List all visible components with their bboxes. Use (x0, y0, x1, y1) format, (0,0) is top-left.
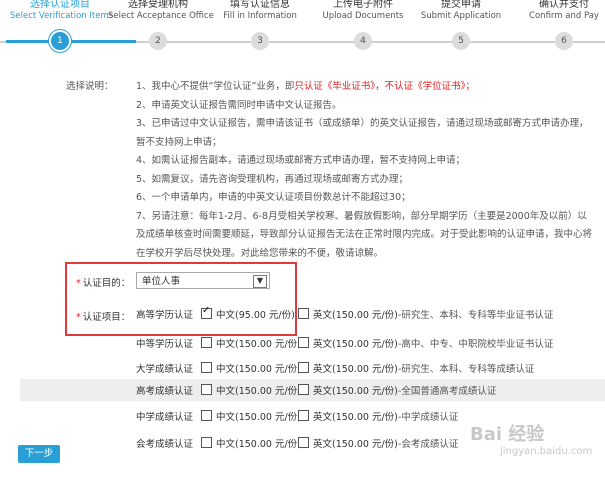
step-number: 3 (251, 32, 269, 50)
checkbox-en[interactable] (298, 308, 309, 319)
step-title-en: Select Acceptance Office (108, 11, 214, 21)
checkbox-en[interactable] (298, 410, 309, 421)
checkbox-cn[interactable] (201, 384, 212, 395)
item-description: -研究生、本科、专科等毕业证书认证 (398, 310, 554, 321)
checkbox-cn[interactable] (201, 437, 212, 448)
item-name: 高考成绩认证 (136, 386, 194, 397)
required-star: * (76, 278, 81, 289)
notes-list: 1、我中心不提供“学位认证”业务，即只认证《毕业证书》，不认证《学位证书》； 2… (136, 78, 596, 263)
item-description: -中学成绩认证 (398, 412, 459, 423)
option-en[interactable]: 英文(150.00 元/份) (298, 436, 398, 450)
table-row: 大学成绩认证 中文(150.00 元/份) 英文(150.00 元/份) -研究… (0, 357, 605, 379)
checkbox-en[interactable] (298, 362, 309, 373)
option-cn[interactable]: 中文(150.00 元/份) (201, 361, 301, 375)
option-en[interactable]: 英文(150.00 元/份) (298, 336, 398, 350)
note-item: 6、一个申请单内，申请的中英文认证项目份数总计不能超过30； (136, 192, 411, 203)
note-warning-text: 只认证《毕业证书》，不认证《学位证书》； (294, 81, 475, 92)
step-title-en: Confirm and Pay (529, 11, 599, 21)
step-title-cn: 选择受理机构 (128, 0, 188, 10)
item-name: 中学成绩认证 (136, 412, 194, 423)
step-title-cn: 确认并支付 (539, 0, 589, 10)
note-item: 5、如需复议，请先咨询受理机构，再通过现场或邮寄方式办理； (136, 173, 409, 185)
checkbox-en[interactable] (298, 384, 309, 395)
step-number: 1 (49, 30, 71, 52)
progress-track-active (6, 40, 136, 43)
item-name: 会考成绩认证 (136, 439, 194, 450)
checkbox-cn[interactable] (201, 337, 212, 348)
item-description: -高中、中专、中职院校毕业证书认证 (398, 339, 554, 350)
option-en-label: 英文(150.00 元/份) (313, 310, 398, 321)
item-description: -全国普通高考成绩认证 (398, 386, 497, 397)
option-cn[interactable]: 中文(95.00 元/份) (201, 305, 295, 321)
notes-label: 选择说明： (66, 81, 114, 92)
watermark-url: jingyan.baidu.com (500, 446, 593, 457)
option-en[interactable]: 英文(150.00 元/份) (298, 307, 398, 321)
note-text: 1、我中心不提供“学位认证”业务，即 (136, 81, 295, 92)
step-number: 2 (149, 32, 167, 50)
item-name: 高等学历认证 (136, 310, 194, 321)
progress-steps: 选择认证项目 Select Verification Items 1 选择受理机… (0, 0, 605, 60)
step-title-en: Fill in Information (223, 11, 297, 21)
chevron-down-icon[interactable]: ▼ (253, 275, 267, 288)
option-cn[interactable]: 中文(150.00 元/份) (201, 409, 301, 423)
table-row: 高等学历认证 中文(95.00 元/份) 英文(150.00 元/份) -研究生… (0, 303, 605, 325)
watermark-logo: Bai 经验 (470, 424, 545, 445)
step-title-cn: 填写认证信息 (230, 0, 290, 10)
purpose-label: * 认证目的： (76, 275, 130, 289)
option-en[interactable]: 英文(150.00 元/份) (298, 409, 398, 423)
step-title-cn: 选择认证项目 (30, 0, 90, 10)
option-en[interactable]: 英文(150.00 元/份) (298, 361, 398, 375)
option-cn-label: 中文(150.00 元/份) (216, 439, 301, 450)
step-number: 6 (555, 32, 573, 50)
checkbox-cn[interactable] (201, 410, 212, 421)
option-cn[interactable]: 中文(150.00 元/份) (201, 336, 301, 350)
purpose-select-value: 单位人事 (142, 276, 181, 287)
note-item: 1、我中心不提供“学位认证”业务，即只认证《毕业证书》，不认证《学位证书》； (136, 78, 596, 97)
option-en-label: 英文(150.00 元/份) (313, 439, 398, 450)
note-item: 3、已申请过中文认证报告，需申请该证书（或成绩单）的英文认证报告，请通过现场或邮… (136, 118, 589, 148)
checkbox-cn[interactable] (201, 305, 212, 319)
note-item: 4、如需认证报告副本，请通过现场或邮寄方式申请办理，暂不支持网上申请； (136, 155, 466, 166)
option-en[interactable]: 英文(150.00 元/份) (298, 383, 398, 397)
step-title-cn: 上传电子附件 (333, 0, 393, 10)
option-cn-label: 中文(150.00 元/份) (216, 339, 301, 350)
option-cn-label: 中文(150.00 元/份) (216, 386, 301, 397)
option-cn[interactable]: 中文(150.00 元/份) (201, 383, 301, 397)
item-name: 大学成绩认证 (136, 364, 194, 375)
item-description: -研究生、本科、专科等成绩认证 (398, 364, 535, 375)
step-title-cn: 提交申请 (441, 0, 481, 10)
note-item: 2、申请英文认证报告需同时申请中文认证报告。 (136, 99, 342, 111)
checkbox-cn[interactable] (201, 362, 212, 373)
option-en-label: 英文(150.00 元/份) (313, 412, 398, 423)
purpose-select[interactable]: 单位人事 ▼ (136, 272, 270, 289)
table-row: 中等学历认证 中文(150.00 元/份) 英文(150.00 元/份) -高中… (0, 332, 605, 354)
option-en-label: 英文(150.00 元/份) (313, 364, 398, 375)
option-en-label: 英文(150.00 元/份) (313, 339, 398, 350)
option-cn-label: 中文(150.00 元/份) (216, 364, 301, 375)
item-description: -会考成绩认证 (398, 439, 459, 450)
step-title-en: Upload Documents (322, 11, 404, 21)
checkbox-en[interactable] (298, 437, 309, 448)
checkbox-en[interactable] (298, 337, 309, 348)
step-title-en: Select Verification Items (10, 11, 114, 21)
option-cn-label: 中文(150.00 元/份) (216, 412, 301, 423)
note-item: 7、另请注意：每年1-2月、6-8月受相关学校寒、暑假放假影响，部分早期学历（主… (136, 210, 593, 259)
option-cn[interactable]: 中文(150.00 元/份) (201, 436, 301, 450)
next-step-button[interactable]: 下一步 (18, 445, 60, 463)
table-row: 高考成绩认证 中文(150.00 元/份) 英文(150.00 元/份) -全国… (20, 379, 605, 401)
option-en-label: 英文(150.00 元/份) (313, 386, 398, 397)
step-number: 4 (354, 32, 372, 50)
item-name: 中等学历认证 (136, 339, 194, 350)
step-number: 5 (452, 32, 470, 50)
purpose-label-text: 认证目的： (82, 278, 131, 289)
option-cn-label: 中文(95.00 元/份) (216, 310, 295, 321)
step-title-en: Submit Application (420, 11, 502, 21)
